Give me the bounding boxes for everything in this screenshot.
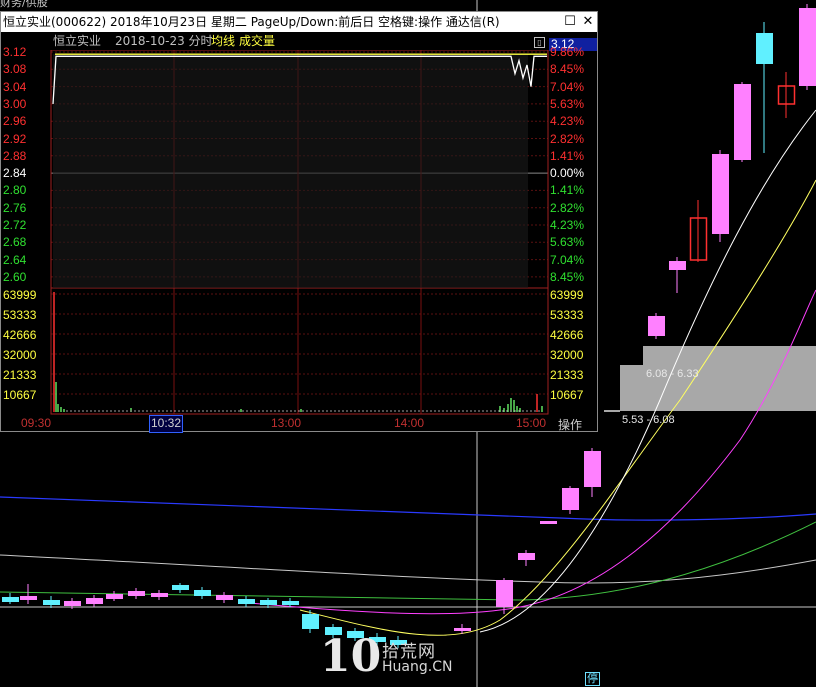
volume-label: 32000 — [3, 348, 37, 362]
volume-label: 10667 — [3, 388, 37, 402]
percent-label: 1.41% — [550, 183, 585, 198]
candle-body — [64, 601, 81, 606]
candle-body — [194, 590, 211, 596]
candle-body — [86, 598, 103, 604]
operate-button[interactable]: 操作 — [558, 416, 582, 433]
range-high-label: 6.08 - 6.33 — [646, 368, 699, 380]
price-label: 2.68 — [3, 235, 27, 250]
percent-label: 5.63% — [550, 235, 585, 250]
percent-label: 5.63% — [550, 96, 585, 111]
watermark-logo: 10 拾荒网 Huang.CN — [320, 633, 480, 683]
percent-label: 4.23% — [550, 114, 585, 129]
range-block-low — [604, 410, 620, 412]
candle-body — [151, 593, 168, 597]
candle-body — [106, 594, 123, 599]
range-low-label: 5.53 - 6.08 — [622, 414, 675, 426]
range-block-top — [643, 346, 816, 366]
percent-label: 4.23% — [550, 218, 585, 232]
price-label: 2.60 — [3, 269, 27, 284]
info-bar: 恒立实业 2018-10-23 分时 均线 成交量 — [1, 33, 597, 50]
volume-label-right: 53333 — [550, 308, 584, 322]
percent-label: 2.82% — [550, 131, 585, 146]
candle-body — [584, 451, 601, 487]
volume-label-right: 63999 — [550, 288, 584, 302]
candle-body — [128, 591, 145, 596]
price-label: 2.92 — [3, 131, 27, 146]
price-label: 2.88 — [3, 148, 27, 163]
candle-body — [20, 596, 37, 600]
percent-label: 8.45% — [550, 62, 585, 77]
volume-label: 63999 — [3, 288, 37, 302]
candle-body — [734, 84, 751, 160]
window-title: 恒立实业(000622) 2018年10月23日 星期二 PageUp/Down… — [3, 15, 500, 29]
candle-body — [518, 553, 535, 560]
price-label: 2.84 — [3, 166, 27, 181]
corner-text: 财务/供股 — [0, 0, 48, 9]
candle-body — [216, 595, 233, 600]
percent-label: 9.86% — [550, 45, 585, 59]
price-label: 2.64 — [3, 252, 27, 267]
candle-body — [756, 33, 773, 64]
volume-label: 53333 — [3, 308, 37, 322]
date-mode: 2018-10-23 分时 — [115, 34, 213, 48]
close-icon[interactable]: ✕ — [579, 12, 597, 32]
time-label: 13:00 — [271, 416, 302, 430]
price-label: 3.12 — [3, 45, 27, 59]
candle-body — [454, 628, 471, 631]
intraday-chart — [50, 50, 549, 415]
candle-body — [712, 154, 729, 234]
window-titlebar[interactable]: 恒立实业(000622) 2018年10月23日 星期二 PageUp/Down… — [1, 12, 597, 32]
volume-label-right: 32000 — [550, 348, 584, 362]
price-label: 3.00 — [3, 96, 27, 111]
candle-body — [562, 488, 579, 510]
time-label: 14:00 — [394, 416, 425, 430]
volume-label: 21333 — [3, 368, 37, 382]
candle-body — [172, 585, 189, 590]
price-label: 2.76 — [3, 200, 27, 215]
time-label: 15:00 — [516, 416, 547, 430]
percent-label: 8.45% — [550, 269, 585, 284]
percent-label: 7.04% — [550, 79, 585, 94]
limit-badge: 停 — [585, 672, 600, 686]
maximize-icon[interactable]: ☐ — [561, 12, 579, 32]
price-label: 2.96 — [3, 114, 27, 129]
watermark-number: 10 — [320, 631, 382, 682]
candle-body — [282, 601, 299, 605]
percent-label: 7.04% — [550, 252, 585, 267]
candle-body — [302, 614, 319, 629]
candle-body — [260, 600, 277, 605]
price-area-fill — [53, 54, 528, 288]
price-label: 3.04 — [3, 79, 27, 94]
candle-body — [2, 597, 19, 602]
percent-label: 2.82% — [550, 200, 585, 215]
candle-body — [799, 8, 816, 86]
time-label: 09:30 — [21, 416, 52, 430]
price-label: 2.72 — [3, 218, 27, 232]
price-label: 2.80 — [3, 183, 27, 198]
ma-line-blue — [0, 496, 816, 521]
candle-body — [540, 521, 557, 524]
candle-body — [648, 316, 665, 336]
candle-body — [496, 580, 513, 607]
candle-body — [43, 600, 60, 605]
watermark-bottom-text: Huang.CN — [382, 659, 453, 675]
percent-label: 1.41% — [550, 148, 585, 163]
candle-body — [238, 599, 255, 604]
volume-label-right: 10667 — [550, 388, 584, 402]
volume-legend: 成交量 — [239, 34, 276, 48]
volume-label-right: 42666 — [550, 328, 584, 342]
volume-label: 42666 — [3, 328, 37, 342]
ma-line-white — [0, 554, 816, 584]
toggle-icon[interactable]: ▯ — [534, 37, 545, 48]
intraday-popup-window[interactable]: 恒立实业(000622) 2018年10月23日 星期二 PageUp/Down… — [0, 11, 598, 433]
volume-label-right: 21333 — [550, 368, 584, 382]
avg-line-legend: 均线 — [211, 34, 236, 48]
stock-name: 恒立实业 — [53, 34, 102, 48]
candle-body — [669, 261, 686, 270]
price-label: 3.08 — [3, 62, 27, 77]
percent-label: 0.00% — [550, 166, 585, 181]
time-label: 10:32 — [151, 416, 182, 430]
